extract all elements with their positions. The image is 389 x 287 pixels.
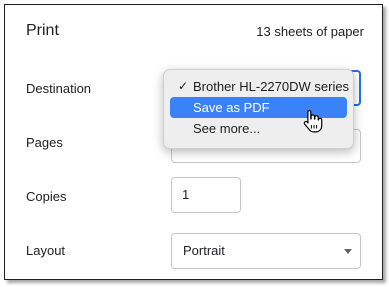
dialog-title: Print <box>26 22 59 39</box>
checkmark-icon: ✓ <box>178 79 189 93</box>
layout-select[interactable]: Portrait <box>171 233 361 269</box>
menu-item-label: Save as PDF <box>193 100 270 115</box>
copies-input[interactable]: 1 <box>171 177 241 213</box>
layout-value: Portrait <box>183 243 225 258</box>
destination-label: Destination <box>26 81 92 96</box>
destination-dropdown-menu: ✓ Brother HL-2270DW series Save as PDF S… <box>163 69 354 149</box>
menu-item-label: Brother HL-2270DW series <box>193 79 350 94</box>
chevron-down-icon <box>344 249 352 254</box>
sheet-count: 13 sheets of paper <box>256 24 364 39</box>
menu-item-label: See more... <box>193 121 261 136</box>
pages-label: Pages <box>26 135 63 150</box>
layout-label: Layout <box>26 243 66 258</box>
hand-cursor-icon <box>303 109 323 133</box>
menu-item-brother-printer[interactable]: ✓ Brother HL-2270DW series <box>170 76 350 97</box>
print-dialog: Print 13 sheets of paper Destination Pag… <box>4 4 383 280</box>
copies-label: Copies <box>26 189 67 204</box>
